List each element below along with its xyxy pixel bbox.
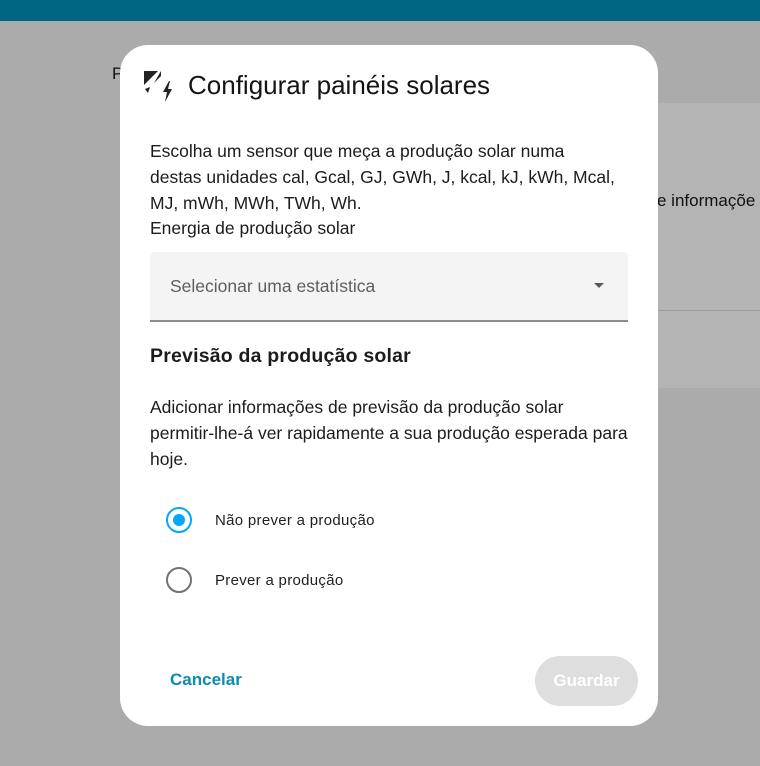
- radio-button-checked[interactable]: [166, 507, 192, 533]
- dialog-title: Configurar painéis solares: [188, 69, 491, 100]
- forecast-section-description: Adicionar informações de previsão da pro…: [150, 397, 628, 469]
- dropdown-arrow-icon: [594, 283, 604, 288]
- statistic-select-placeholder: Selecionar uma estatística: [170, 275, 376, 296]
- radio-option-no-forecast[interactable]: Não prever a produção: [166, 506, 375, 534]
- app-header-bar: [0, 0, 760, 21]
- cancel-button[interactable]: Cancelar: [150, 656, 260, 704]
- dialog-description: Escolha um sensor que meça a produção so…: [150, 141, 615, 213]
- background-card: [640, 103, 760, 388]
- statistic-select[interactable]: Selecionar uma estatística: [150, 252, 628, 322]
- save-button[interactable]: Guardar: [535, 656, 638, 706]
- dialog-header: Configurar painéis solares: [142, 67, 490, 103]
- radio-option-forecast[interactable]: Prever a produção: [166, 566, 344, 594]
- forecast-section-title: Previsão da produção solar: [150, 345, 411, 367]
- radio-button-unchecked[interactable]: [166, 567, 192, 593]
- solar-panels-dialog: Configurar painéis solares Escolha um se…: [120, 45, 658, 726]
- radio-label-forecast: Prever a produção: [215, 571, 344, 589]
- radio-label-no-forecast: Não prever a produção: [215, 511, 375, 529]
- solar-power-icon: [144, 71, 172, 102]
- solar-energy-field-label: Energia de produção solar: [150, 218, 356, 238]
- background-text-fragment: e informaçõe: [657, 191, 756, 210]
- background-divider: [640, 310, 760, 311]
